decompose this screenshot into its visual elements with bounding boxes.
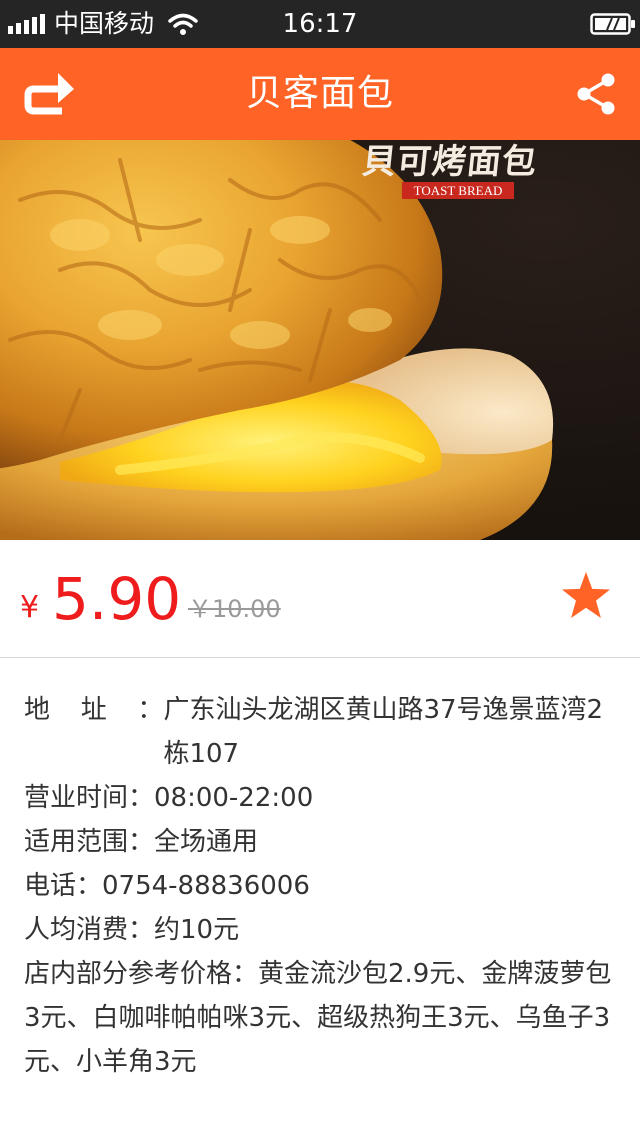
address-text: 广东汕头龙湖区黄山路37号逸景蓝湾2栋107 <box>163 695 604 769</box>
price-row: ¥ 5.90 ￥10.00 <box>0 540 640 658</box>
brand-title: 貝可烤面包 <box>359 142 540 182</box>
current-price: 5.90 <box>52 565 182 633</box>
status-bar: 中国移动 16:17 <box>0 0 640 48</box>
original-price: ￥10.00 <box>188 595 281 623</box>
share-icon[interactable] <box>574 72 618 116</box>
store-info: 地址： 广东汕头龙湖区黄山路37号逸景蓝湾2栋107 营业时间：08:00-22… <box>24 688 624 1084</box>
usage-scope: 适用范围：全场通用 <box>24 827 259 857</box>
brand-tag: TOAST BREAD <box>402 182 514 199</box>
address-label: 地址： <box>24 695 164 725</box>
battery-icon <box>590 13 635 35</box>
nav-bar: 贝客面包 <box>0 48 640 140</box>
star-icon[interactable] <box>560 570 612 622</box>
reference-prices: 店内部分参考价格：黄金流沙包2.9元、金牌菠萝包3元、白咖啡帕帕咪3元、超级热狗… <box>24 959 612 1077</box>
address-row: 地址： 广东汕头龙湖区黄山路37号逸景蓝湾2栋107 <box>24 688 624 776</box>
currency-symbol: ¥ <box>20 590 40 625</box>
phone-number[interactable]: 电话：0754-88836006 <box>24 864 624 908</box>
bread-illustration <box>0 140 554 540</box>
business-hours: 营业时间：08:00-22:00 <box>24 783 314 813</box>
average-spend: 人均消费：约10元 <box>24 915 240 945</box>
page-title: 贝客面包 <box>245 73 394 114</box>
product-hero-image: 貝可烤面包 TOAST BREAD <box>0 140 640 540</box>
status-time: 16:17 <box>282 9 358 39</box>
